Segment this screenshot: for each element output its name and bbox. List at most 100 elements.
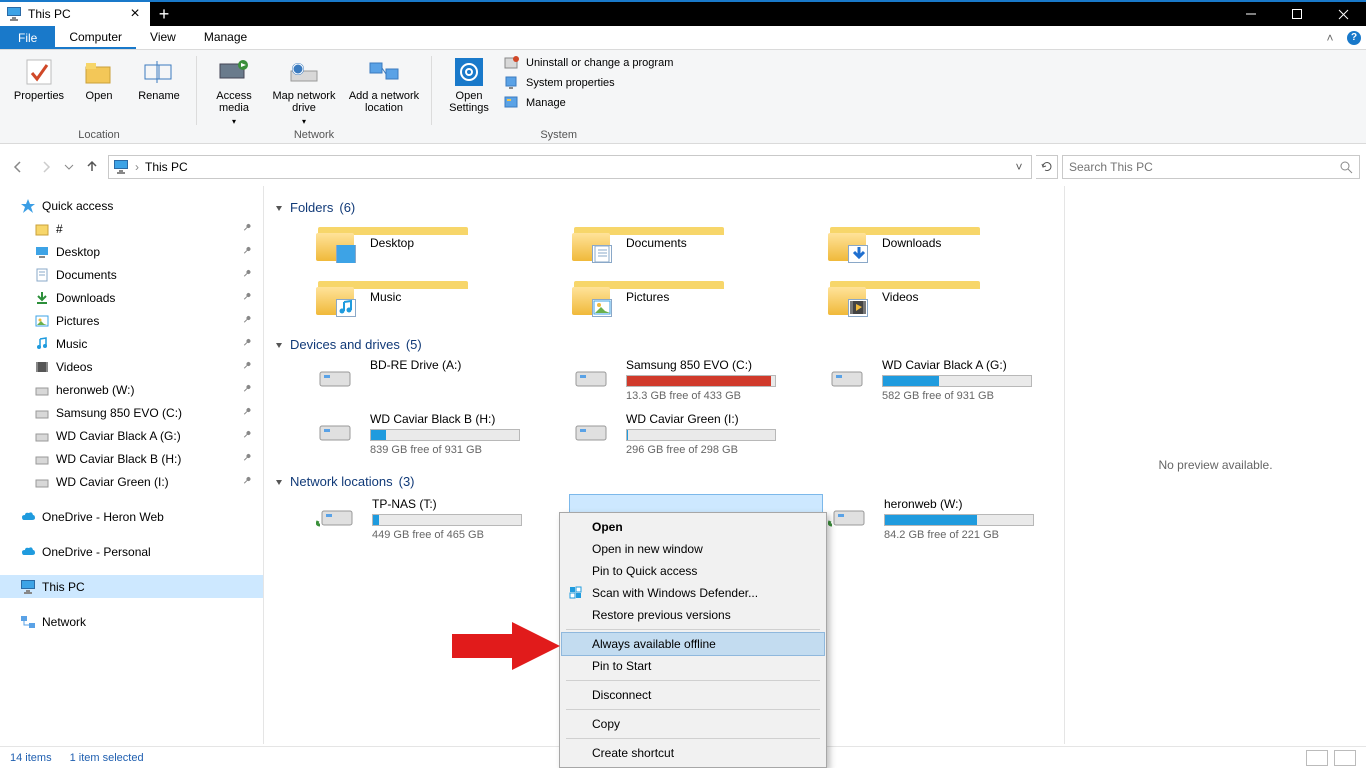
nav-forward-button[interactable] (34, 155, 58, 179)
map-network-drive-button[interactable]: Map network drive▾ (265, 52, 343, 128)
sidebar-this-pc[interactable]: This PC (0, 575, 263, 598)
drive-icon (826, 360, 870, 392)
folder-icon (570, 223, 614, 263)
sidebar-item[interactable]: Downloads (0, 286, 263, 309)
close-window-button[interactable] (1320, 2, 1366, 26)
sidebar-item[interactable]: Pictures (0, 309, 263, 332)
close-tab-icon[interactable]: × (128, 7, 142, 21)
folder-item[interactable]: Desktop (314, 221, 566, 265)
view-tab[interactable]: View (136, 26, 190, 49)
pc-icon (6, 7, 22, 21)
pin-icon (238, 381, 254, 397)
network-drive-item[interactable]: heronweb (W:)84.2 GB free of 221 GB (826, 495, 1064, 539)
ctx-open[interactable]: Open (562, 516, 824, 538)
folder-item[interactable]: Pictures (570, 275, 822, 319)
usage-bar (626, 375, 776, 387)
drive-item[interactable]: WD Caviar Green (I:)296 GB free of 298 G… (570, 412, 822, 456)
manage-button[interactable]: Manage (500, 94, 677, 112)
manage-tab[interactable]: Manage (190, 26, 261, 49)
pc-icon (113, 160, 129, 174)
ctx-disconnect[interactable]: Disconnect (562, 684, 824, 706)
manage-icon (504, 95, 520, 111)
address-bar[interactable]: › This PC ˅ (108, 155, 1032, 179)
open-settings-button[interactable]: Open Settings (440, 52, 498, 114)
nav-history-button[interactable] (62, 155, 76, 179)
sidebar-item-icon (34, 451, 50, 467)
ctx-copy[interactable]: Copy (562, 713, 824, 735)
pin-icon (238, 335, 254, 351)
sidebar-item[interactable]: # (0, 217, 263, 240)
collapse-ribbon-icon[interactable]: ˄ (1318, 26, 1342, 49)
usage-bar (626, 429, 776, 441)
address-dropdown-icon[interactable]: ˅ (1011, 160, 1027, 174)
pin-icon (238, 289, 254, 305)
drive-item[interactable]: WD Caviar Black B (H:)839 GB free of 931… (314, 412, 566, 456)
details-view-button[interactable] (1306, 750, 1328, 766)
maximize-button[interactable] (1274, 2, 1320, 26)
nav-up-button[interactable] (80, 155, 104, 179)
sidebar-item-icon (34, 221, 50, 237)
drive-item[interactable]: Samsung 850 EVO (C:)13.3 GB free of 433 … (570, 358, 822, 402)
folder-item[interactable]: Music (314, 275, 566, 319)
computer-tab[interactable]: Computer (55, 26, 136, 49)
rename-button[interactable]: Rename (130, 52, 188, 102)
folder-icon (314, 277, 358, 317)
search-input[interactable] (1069, 160, 1333, 174)
sidebar-item[interactable]: WD Caviar Black A (G:) (0, 424, 263, 447)
uninstall-icon (504, 55, 520, 71)
sidebar-item[interactable]: Music (0, 332, 263, 355)
sidebar-item[interactable]: WD Caviar Green (I:) (0, 470, 263, 493)
sidebar-item[interactable]: Desktop (0, 240, 263, 263)
drives-section-header[interactable]: Devices and drives (5) (272, 333, 1064, 358)
sidebar-item[interactable]: Videos (0, 355, 263, 378)
search-box[interactable] (1062, 155, 1360, 179)
sidebar-item-icon (34, 474, 50, 490)
sidebar-network[interactable]: Network (0, 610, 263, 633)
new-tab-button[interactable]: + (150, 2, 178, 26)
minimize-button[interactable] (1228, 2, 1274, 26)
open-folder-icon (83, 56, 115, 88)
drive-icon (316, 499, 360, 531)
cloud-icon (20, 509, 36, 525)
sidebar-item-icon (34, 336, 50, 352)
sidebar-item[interactable]: heronweb (W:) (0, 378, 263, 401)
sidebar-item[interactable]: WD Caviar Black B (H:) (0, 447, 263, 470)
ctx-create-shortcut[interactable]: Create shortcut (562, 742, 824, 764)
folder-item[interactable]: Videos (826, 275, 1064, 319)
nav-back-button[interactable] (6, 155, 30, 179)
folder-item[interactable]: Documents (570, 221, 822, 265)
drive-item[interactable]: WD Caviar Black A (G:)582 GB free of 931… (826, 358, 1064, 402)
drive-item[interactable]: BD-RE Drive (A:) (314, 358, 566, 402)
icons-view-button[interactable] (1334, 750, 1356, 766)
ctx-restore-versions[interactable]: Restore previous versions (562, 604, 824, 626)
sidebar-quick-access[interactable]: Quick access (0, 194, 263, 217)
folder-item[interactable]: Downloads (826, 221, 1064, 265)
ctx-pin-quick-access[interactable]: Pin to Quick access (562, 560, 824, 582)
refresh-button[interactable] (1036, 155, 1058, 179)
network-icon (20, 614, 36, 630)
network-drive-item[interactable]: TP-NAS (T:)449 GB free of 465 GB (314, 495, 566, 539)
nav-row: › This PC ˅ (0, 152, 1366, 182)
help-button[interactable]: ? (1342, 26, 1366, 49)
quick-access-icon (20, 198, 36, 214)
sidebar-item[interactable]: Samsung 850 EVO (C:) (0, 401, 263, 424)
access-media-button[interactable]: Access media▾ (205, 52, 263, 128)
sidebar-onedrive-personal[interactable]: OneDrive - Personal (0, 540, 263, 563)
network-section-header[interactable]: Network locations (3) (272, 470, 1064, 495)
properties-button[interactable]: Properties (10, 52, 68, 102)
sidebar-item-icon (34, 290, 50, 306)
sidebar-item-icon (34, 267, 50, 283)
ctx-pin-to-start[interactable]: Pin to Start (562, 655, 824, 677)
sidebar-item[interactable]: Documents (0, 263, 263, 286)
window-tab[interactable]: This PC × (0, 2, 150, 26)
ctx-open-new-window[interactable]: Open in new window (562, 538, 824, 560)
system-properties-button[interactable]: System properties (500, 74, 677, 92)
ctx-always-available-offline[interactable]: Always available offline (562, 633, 824, 655)
uninstall-program-button[interactable]: Uninstall or change a program (500, 54, 677, 72)
sidebar-onedrive-heron[interactable]: OneDrive - Heron Web (0, 505, 263, 528)
ctx-scan-defender[interactable]: Scan with Windows Defender... (562, 582, 824, 604)
add-network-location-button[interactable]: Add a network location (345, 52, 423, 114)
folders-section-header[interactable]: Folders (6) (272, 196, 1064, 221)
open-button[interactable]: Open (70, 52, 128, 102)
file-tab[interactable]: File (0, 26, 55, 49)
